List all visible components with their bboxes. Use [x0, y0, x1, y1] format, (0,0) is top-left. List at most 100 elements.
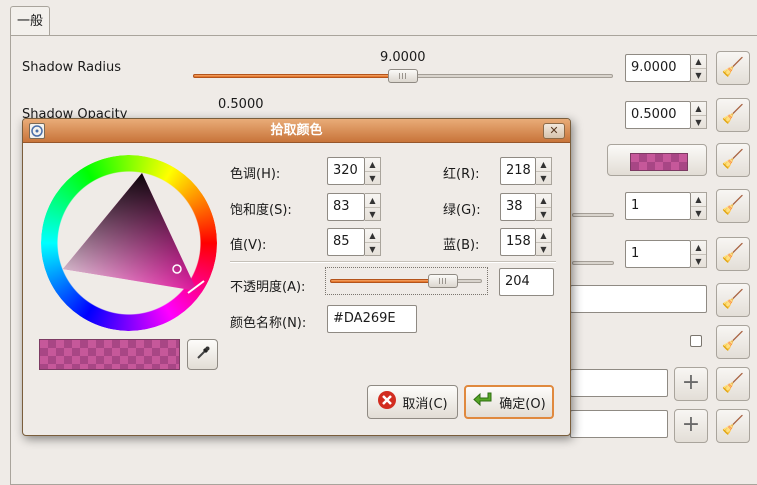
cancel-button[interactable]: 取消(C): [367, 385, 458, 419]
red-label: 红(R):: [443, 167, 480, 182]
spin-up-icon[interactable]: ▲: [536, 229, 551, 243]
reset-list-a-button[interactable]: 🧹: [716, 367, 750, 401]
spin-down-icon[interactable]: ▼: [691, 255, 706, 268]
shadow-radius-slider-fill: [193, 74, 403, 78]
spin-up-icon[interactable]: ▲: [691, 193, 706, 207]
dialog-title: 拾取颜色: [270, 123, 323, 138]
spin-down-icon[interactable]: ▼: [365, 243, 380, 256]
add-item-a-button[interactable]: +: [674, 367, 708, 401]
green-input[interactable]: 38: [500, 193, 536, 221]
broom-icon: 🧹: [721, 289, 745, 310]
spin-down-icon[interactable]: ▼: [536, 208, 551, 221]
offset-x-spin-buttons[interactable]: ▲ ▼: [691, 192, 707, 220]
broom-icon: 🧹: [721, 149, 745, 170]
color-name-input[interactable]: #DA269E: [327, 305, 417, 333]
opacity-label: 不透明度(A):: [230, 280, 306, 295]
shadow-opacity-spin-buttons[interactable]: ▲ ▼: [691, 101, 707, 129]
spin-up-icon[interactable]: ▲: [536, 194, 551, 208]
close-button[interactable]: ✕: [543, 123, 565, 139]
color-preview-swatch: [39, 339, 180, 370]
hue-label: 色调(H):: [230, 167, 281, 182]
spin-down-icon[interactable]: ▼: [536, 172, 551, 185]
option-checkbox[interactable]: [690, 335, 702, 347]
broom-icon: 🧹: [721, 415, 745, 436]
ok-label: 确定(O): [499, 396, 546, 412]
red-spin-buttons[interactable]: ▲ ▼: [536, 157, 552, 185]
spin-up-icon[interactable]: ▲: [691, 241, 706, 255]
reset-shadow-opacity-button[interactable]: 🧹: [716, 98, 750, 132]
broom-icon: 🧹: [721, 57, 745, 78]
broom-icon: 🧹: [721, 373, 745, 394]
ok-button[interactable]: 确定(O): [464, 385, 554, 419]
reset-offset-x-button[interactable]: 🧹: [716, 189, 750, 223]
red-input[interactable]: 218: [500, 157, 536, 185]
shadow-radius-slider-value: 9.0000: [380, 50, 426, 65]
cancel-icon: [377, 390, 397, 414]
spin-down-icon[interactable]: ▼: [691, 69, 706, 82]
green-spin-buttons[interactable]: ▲ ▼: [536, 193, 552, 221]
offset-x-slider[interactable]: [572, 213, 614, 217]
tab-general[interactable]: 一般: [10, 6, 50, 36]
green-label: 绿(G):: [443, 203, 481, 218]
spin-up-icon[interactable]: ▲: [365, 229, 380, 243]
hue-spin-buttons[interactable]: ▲ ▼: [365, 157, 381, 185]
value-input[interactable]: 85: [327, 228, 365, 256]
shadow-radius-spin-buttons[interactable]: ▲ ▼: [691, 54, 707, 82]
text-input-a[interactable]: [570, 285, 707, 313]
reset-checkbox-button[interactable]: 🧹: [716, 325, 750, 359]
close-icon: ✕: [549, 124, 559, 137]
saturation-spin-buttons[interactable]: ▲ ▼: [365, 193, 381, 221]
spin-down-icon[interactable]: ▼: [691, 116, 706, 129]
eyedropper-icon: [195, 345, 211, 365]
offset-x-spin-input[interactable]: 1: [625, 192, 691, 220]
reset-text-a-button[interactable]: 🧹: [716, 283, 750, 317]
cancel-label: 取消(C): [402, 396, 448, 412]
blue-input[interactable]: 158: [500, 228, 536, 256]
reset-list-b-button[interactable]: 🧹: [716, 409, 750, 443]
reset-shadow-radius-button[interactable]: 🧹: [716, 51, 750, 85]
offset-y-slider[interactable]: [572, 261, 614, 265]
broom-icon: 🧹: [721, 104, 745, 125]
shadow-color-button[interactable]: [607, 144, 707, 176]
spin-up-icon[interactable]: ▲: [365, 158, 380, 172]
offset-y-spin-buttons[interactable]: ▲ ▼: [691, 240, 707, 268]
blue-spin-buttons[interactable]: ▲ ▼: [536, 228, 552, 256]
shadow-radius-label: Shadow Radius: [22, 60, 122, 75]
broom-icon: 🧹: [721, 243, 745, 264]
shadow-radius-spin-input[interactable]: 9.0000: [625, 54, 691, 82]
shadow-opacity-spin-input[interactable]: 0.5000: [625, 101, 691, 129]
eyedropper-button[interactable]: [187, 339, 218, 370]
broom-icon: 🧹: [721, 195, 745, 216]
saturation-label: 饱和度(S):: [230, 203, 292, 218]
spin-up-icon[interactable]: ▲: [691, 55, 706, 69]
list-input-a[interactable]: [570, 369, 668, 397]
ok-arrow-icon: [472, 390, 494, 414]
list-input-b[interactable]: [570, 410, 668, 438]
add-item-b-button[interactable]: +: [674, 409, 708, 443]
picker-dialog-icon: [29, 123, 45, 139]
spin-down-icon[interactable]: ▼: [691, 207, 706, 220]
spin-up-icon[interactable]: ▲: [536, 158, 551, 172]
hue-input[interactable]: 320: [327, 157, 365, 185]
spin-down-icon[interactable]: ▼: [365, 208, 380, 221]
color-name-label: 颜色名称(N):: [230, 316, 307, 331]
offset-y-spin-input[interactable]: 1: [625, 240, 691, 268]
hsv-color-wheel[interactable]: [41, 155, 217, 331]
color-picker-dialog: 拾取颜色 ✕ 色调(H): 320 ▲ ▼ 饱和度(S): 83 ▲ ▼ 值(V…: [22, 118, 571, 436]
spin-down-icon[interactable]: ▼: [365, 172, 380, 185]
reset-shadow-color-button[interactable]: 🧹: [716, 143, 750, 177]
spin-up-icon[interactable]: ▲: [691, 102, 706, 116]
opacity-slider-thumb[interactable]: [428, 274, 458, 288]
opacity-slider[interactable]: [330, 279, 482, 283]
reset-offset-y-button[interactable]: 🧹: [716, 237, 750, 271]
plus-icon: +: [681, 370, 701, 395]
shadow-opacity-slider-value: 0.5000: [218, 97, 264, 112]
spin-down-icon[interactable]: ▼: [536, 243, 551, 256]
opacity-input[interactable]: 204: [499, 268, 554, 296]
spin-up-icon[interactable]: ▲: [365, 194, 380, 208]
separator: [230, 261, 556, 263]
value-spin-buttons[interactable]: ▲ ▼: [365, 228, 381, 256]
shadow-radius-slider-thumb[interactable]: [388, 69, 418, 83]
saturation-input[interactable]: 83: [327, 193, 365, 221]
shadow-color-swatch: [630, 153, 688, 171]
